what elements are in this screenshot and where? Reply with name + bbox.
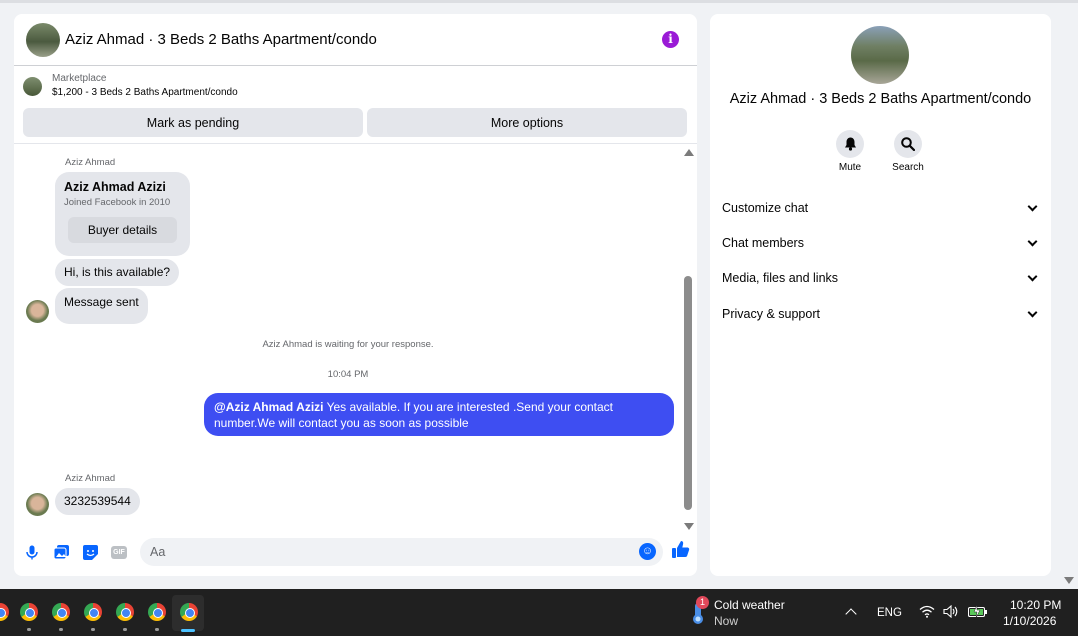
search-icon[interactable]	[894, 130, 922, 158]
search-action[interactable]: Search	[878, 130, 938, 173]
microphone-icon[interactable]	[24, 544, 40, 560]
sender-avatar[interactable]	[26, 300, 49, 323]
volume-icon[interactable]	[943, 604, 958, 621]
chat-scrollbar[interactable]	[682, 145, 694, 530]
section-media-files-links[interactable]: Media, files and links	[722, 268, 1040, 288]
chrome-icon[interactable]	[148, 603, 166, 621]
mark-as-pending-button[interactable]: Mark as pending	[23, 108, 363, 137]
listing-price-title[interactable]: $1,200 - 3 Beds 2 Baths Apartment/condo	[52, 86, 238, 100]
chrome-icon[interactable]	[52, 603, 70, 621]
chevron-down-icon	[1027, 236, 1038, 247]
clock-time[interactable]: 10:20 PM	[1010, 598, 1061, 612]
chat-panel: Aziz Ahmad · 3 Beds 2 Baths Apartment/co…	[14, 14, 697, 576]
section-label: Privacy & support	[722, 307, 820, 321]
mute-action[interactable]: Mute	[820, 130, 880, 173]
listing-thumbnail[interactable]	[23, 76, 42, 96]
message-timestamp: 10:04 PM	[327, 369, 369, 380]
running-indicator	[27, 628, 31, 631]
chrome-icon[interactable]	[20, 603, 38, 621]
chrome-icon[interactable]	[180, 603, 198, 621]
search-label: Search	[892, 162, 924, 173]
thumbs-up-icon[interactable]	[672, 541, 690, 563]
running-indicator	[59, 628, 63, 631]
chat-title[interactable]: Aziz Ahmad · 3 Beds 2 Baths Apartment/co…	[65, 31, 377, 48]
info-icon[interactable]: i	[662, 31, 679, 48]
sticker-icon[interactable]	[82, 544, 98, 560]
conversation-title: Aziz Ahmad · 3 Beds 2 Baths Apartment/co…	[729, 91, 1032, 107]
waiting-notice: Aziz Ahmad is waiting for your response.	[262, 339, 434, 350]
sender-avatar[interactable]	[26, 493, 49, 516]
chrome-icon[interactable]	[84, 603, 102, 621]
weather-title[interactable]: Cold weather	[714, 598, 785, 612]
clock-date[interactable]: 1/10/2026	[1003, 614, 1056, 628]
running-indicator	[155, 628, 159, 631]
buyer-details-button[interactable]: Buyer details	[68, 217, 177, 243]
chevron-down-icon	[1027, 271, 1038, 282]
buyer-profile-card: Aziz Ahmad Azizi Joined Facebook in 2010…	[55, 172, 190, 256]
weather-subtitle[interactable]: Now	[714, 614, 738, 628]
chrome-icon[interactable]	[116, 603, 134, 621]
section-label: Customize chat	[722, 201, 809, 215]
incoming-message: Hi, is this available?	[55, 259, 180, 286]
mention[interactable]: @Aziz Ahmad Azizi	[214, 400, 323, 414]
conversation-info-panel: Aziz Ahmad · 3 Beds 2 Baths Apartment/co…	[710, 14, 1051, 576]
buyer-joined: Joined Facebook in 2010	[64, 197, 171, 208]
message-composer: GIF ☺	[14, 528, 697, 576]
sender-name: Aziz Ahmad	[65, 473, 116, 484]
message-thread[interactable]: Aziz Ahmad Aziz Ahmad Azizi Joined Faceb…	[14, 145, 697, 540]
running-indicator	[123, 628, 127, 631]
wifi-icon[interactable]	[919, 605, 935, 621]
section-label: Media, files and links	[722, 271, 839, 285]
page-scroll-down-arrow[interactable]	[1064, 577, 1074, 584]
chevron-down-icon	[1027, 201, 1038, 212]
message-input-wrapper: ☺	[140, 538, 663, 566]
scroll-up-arrow[interactable]	[684, 149, 694, 156]
bell-icon[interactable]	[836, 130, 864, 158]
section-label: Chat members	[722, 236, 804, 250]
incoming-message: 3232539544	[55, 488, 140, 515]
active-indicator	[181, 629, 195, 632]
chevron-down-icon	[1027, 307, 1038, 318]
incoming-message: Message sent	[55, 288, 148, 324]
scroll-thumb[interactable]	[684, 276, 692, 510]
chrome-icon[interactable]	[0, 603, 9, 621]
sender-name: Aziz Ahmad	[65, 157, 116, 168]
outgoing-message: @Aziz Ahmad Azizi Yes available. If you …	[204, 393, 674, 436]
photo-icon[interactable]	[53, 544, 69, 560]
section-customize-chat[interactable]: Customize chat	[722, 198, 1040, 218]
chat-header: Aziz Ahmad · 3 Beds 2 Baths Apartment/co…	[14, 14, 697, 66]
windows-taskbar: 1 Cold weather Now ENG 10:20 PM 1/10/202…	[0, 589, 1078, 636]
battery-charging-icon[interactable]	[967, 604, 988, 621]
weather-alert-badge: 1	[696, 596, 709, 609]
message-input[interactable]	[150, 545, 620, 559]
section-chat-members[interactable]: Chat members	[722, 233, 1040, 253]
conversation-avatar[interactable]	[851, 26, 909, 84]
buyer-name: Aziz Ahmad Azizi	[64, 180, 166, 194]
listing-source: Marketplace	[52, 73, 107, 84]
more-options-button[interactable]: More options	[367, 108, 687, 137]
gif-icon[interactable]: GIF	[111, 545, 127, 559]
input-language[interactable]: ENG	[877, 607, 902, 619]
section-privacy-support[interactable]: Privacy & support	[722, 304, 1040, 324]
marketplace-listing: Marketplace $1,200 - 3 Beds 2 Baths Apar…	[14, 66, 697, 144]
window-top-strip	[0, 0, 1078, 3]
emoji-icon[interactable]: ☺	[639, 543, 656, 560]
running-indicator	[91, 628, 95, 631]
chat-avatar[interactable]	[26, 22, 60, 57]
mute-label: Mute	[838, 162, 862, 173]
chevron-up-icon[interactable]	[845, 608, 857, 620]
